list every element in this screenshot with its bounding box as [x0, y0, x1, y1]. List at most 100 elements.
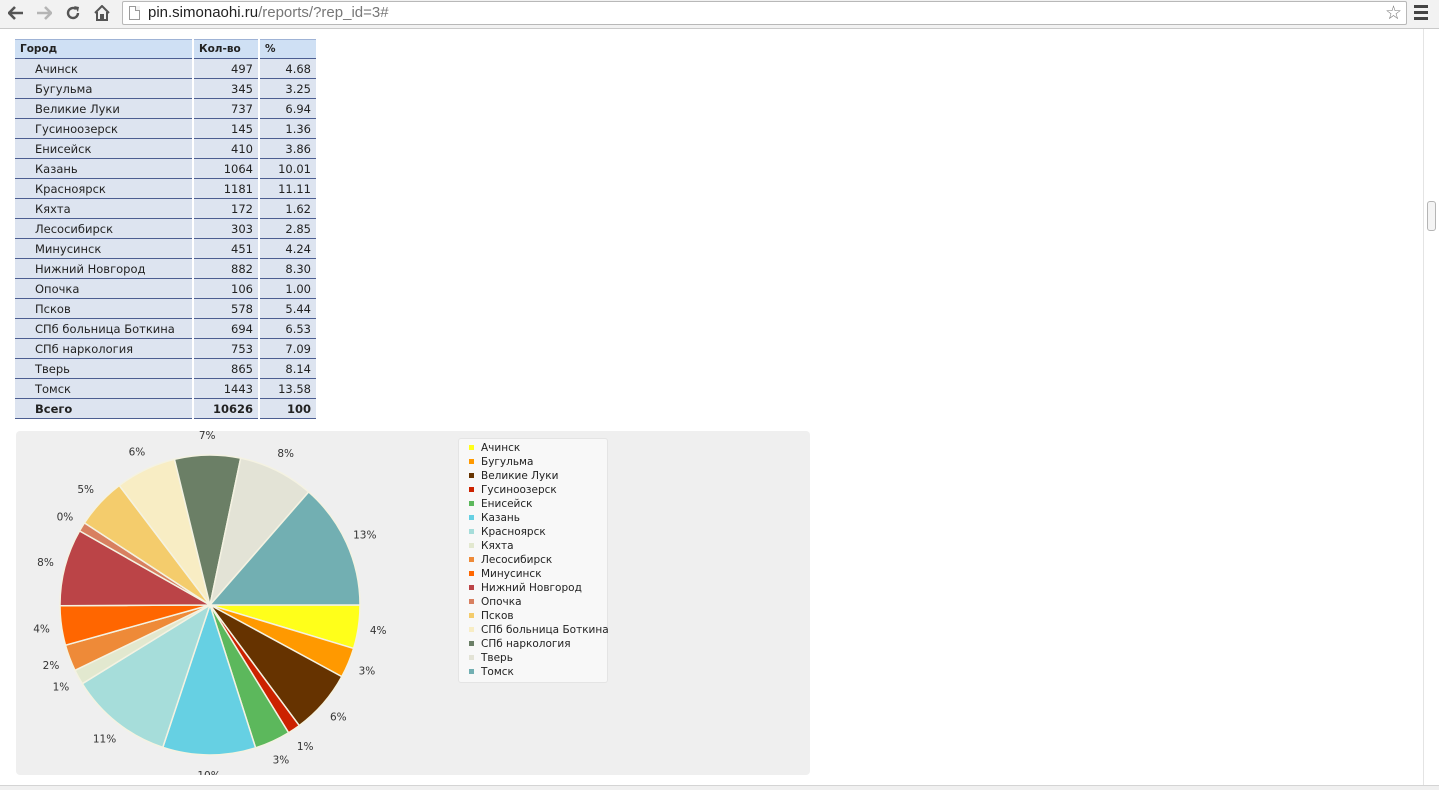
table-row: СПб наркология 753 7.09 — [15, 338, 316, 359]
legend-label: Тверь — [481, 652, 513, 664]
slice-label: 8% — [37, 557, 54, 569]
forward-icon[interactable] — [31, 0, 57, 26]
home-icon[interactable] — [89, 0, 115, 26]
table-row: Псков 578 5.44 — [15, 298, 316, 319]
table-row: Красноярск 1181 11.11 — [15, 178, 316, 199]
legend-swatch — [469, 557, 474, 562]
table-header-row: Город Кол-во % — [15, 39, 316, 59]
legend-label: Великие Луки — [481, 470, 559, 482]
slice-label: 10% — [197, 770, 220, 775]
table-row: Кяхта 172 1.62 — [15, 198, 316, 219]
legend-item[interactable]: Енисейск — [459, 497, 607, 511]
count-cell: 145 — [193, 118, 260, 139]
browser-toolbar: pin.simonaohi.ru/reports/?rep_id=3# ☆ — [0, 0, 1439, 29]
table-row: Нижний Новгород 882 8.30 — [15, 258, 316, 279]
legend-item[interactable]: СПб наркология — [459, 637, 607, 651]
legend-item[interactable]: Опочка — [459, 595, 607, 609]
report-table: Город Кол-во % Ачинск 497 4.68 Бугульма 345 3… — [15, 39, 316, 419]
legend-label: Нижний Новгород — [481, 582, 582, 594]
legend-label: Казань — [481, 512, 520, 524]
legend-item[interactable]: Минусинск — [459, 567, 607, 581]
table-row: Минусинск 451 4.24 — [15, 238, 316, 259]
legend-item[interactable]: Псков — [459, 609, 607, 623]
count-cell: 410 — [193, 138, 260, 159]
address-bar[interactable]: pin.simonaohi.ru/reports/?rep_id=3# ☆ — [122, 1, 1407, 25]
legend-label: Томск — [481, 666, 514, 678]
legend-item[interactable]: Гусиноозерск — [459, 483, 607, 497]
slice-label: 6% — [330, 712, 347, 724]
menu-icon[interactable] — [1414, 5, 1428, 22]
slice-label: 11% — [93, 733, 116, 745]
legend-swatch — [469, 613, 474, 618]
legend-item[interactable]: Красноярск — [459, 525, 607, 539]
legend-swatch — [469, 641, 474, 646]
legend-item[interactable]: Ачинск — [459, 441, 607, 455]
table-row: Гусиноозерск 145 1.36 — [15, 118, 316, 139]
percent-cell: 1.62 — [259, 198, 316, 219]
count-cell: 694 — [193, 318, 260, 339]
legend-item[interactable]: Нижний Новгород — [459, 581, 607, 595]
legend-item[interactable]: Кяхта — [459, 539, 607, 553]
reload-icon[interactable] — [60, 0, 86, 26]
legend-label: Псков — [481, 610, 514, 622]
count-cell: 1443 — [193, 378, 260, 399]
count-cell: 737 — [193, 98, 260, 119]
table-row: Опочка 106 1.00 — [15, 278, 316, 299]
city-cell: Псков — [15, 298, 194, 319]
legend-item[interactable]: Томск — [459, 665, 607, 679]
legend-item[interactable]: Казань — [459, 511, 607, 525]
city-cell: СПб наркология — [15, 338, 194, 359]
city-cell: Енисейск — [15, 138, 194, 159]
table-row: Казань 1064 10.01 — [15, 158, 316, 179]
city-cell: Красноярск — [15, 178, 194, 199]
legend-swatch — [469, 571, 474, 576]
percent-cell: 8.14 — [259, 358, 316, 379]
legend-item[interactable]: СПб больница Боткина — [459, 623, 609, 637]
slice-label: 4% — [370, 625, 387, 637]
count-cell: 451 — [193, 238, 260, 259]
slice-label: 2% — [43, 660, 60, 672]
legend-label: Опочка — [481, 596, 522, 608]
slice-label: 5% — [77, 484, 94, 496]
count-cell: 10626 — [193, 398, 260, 419]
legend-swatch — [469, 501, 474, 506]
percent-cell: 3.25 — [259, 78, 316, 99]
slice-label: 3% — [273, 755, 290, 767]
percent-cell: 1.00 — [259, 278, 316, 299]
legend-item[interactable]: Бугульма — [459, 455, 607, 469]
slice-label: 13% — [353, 530, 376, 542]
table-row: Лесосибирск 303 2.85 — [15, 218, 316, 239]
city-cell: Нижний Новгород — [15, 258, 194, 279]
legend-label: Кяхта — [481, 540, 514, 552]
legend-item[interactable]: Великие Луки — [459, 469, 607, 483]
city-cell: Кяхта — [15, 198, 194, 219]
legend-item[interactable]: Тверь — [459, 651, 607, 665]
legend-item[interactable]: Лесосибирск — [459, 553, 607, 567]
table-row: Ачинск 497 4.68 — [15, 58, 316, 79]
city-cell: Казань — [15, 158, 194, 179]
slice-label: 1% — [297, 741, 314, 753]
horizontal-scrollbar[interactable] — [0, 785, 1439, 790]
legend-swatch — [469, 627, 474, 632]
column-header-city: Город — [15, 39, 194, 59]
legend-swatch — [469, 669, 474, 674]
city-cell: Опочка — [15, 278, 194, 299]
table-row: Тверь 865 8.14 — [15, 358, 316, 379]
back-icon[interactable] — [3, 0, 29, 26]
legend-swatch — [469, 655, 474, 660]
count-cell: 345 — [193, 78, 260, 99]
chart-legend: Ачинск Бугульма Великие Луки Гусиноозерск Ен… — [458, 438, 609, 683]
vertical-scrollbar[interactable] — [1423, 29, 1439, 785]
legend-label: Ачинск — [481, 442, 521, 454]
percent-cell: 8.30 — [259, 258, 316, 279]
city-cell: Тверь — [15, 358, 194, 379]
star-icon[interactable]: ☆ — [1385, 2, 1402, 24]
legend-swatch — [469, 445, 474, 450]
percent-cell: 4.68 — [259, 58, 316, 79]
column-header-count: Кол-во — [193, 39, 260, 59]
legend-label: СПб наркология — [481, 638, 571, 650]
scrollbar-thumb[interactable] — [1427, 201, 1436, 231]
url-text[interactable]: pin.simonaohi.ru/reports/?rep_id=3# — [148, 4, 389, 21]
count-cell: 497 — [193, 58, 260, 79]
legend-swatch — [469, 599, 474, 604]
